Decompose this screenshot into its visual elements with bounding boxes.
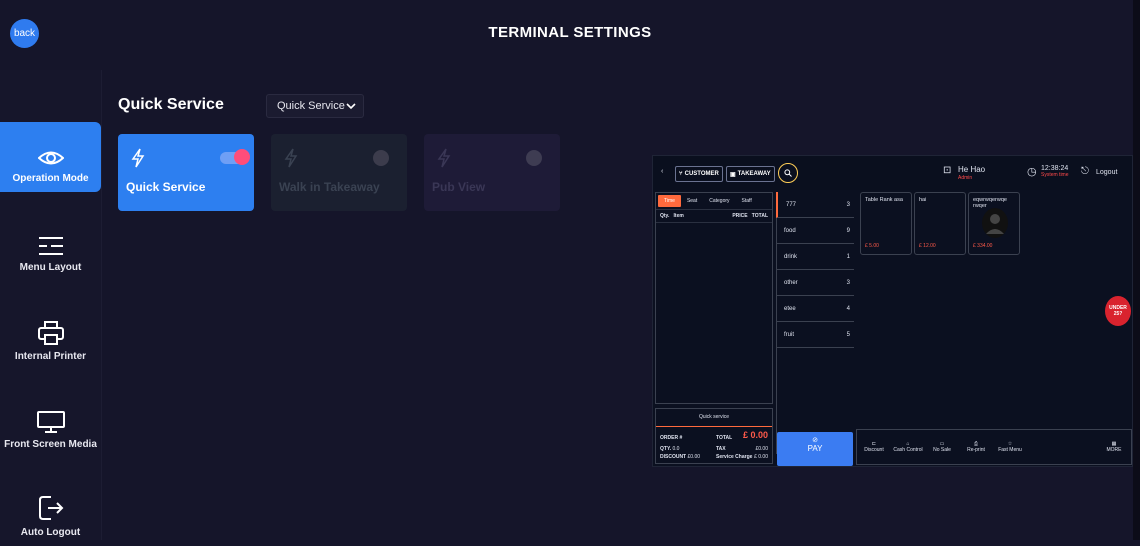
action-cash-control: ⌂ Cash Control: [891, 441, 925, 453]
sidebar-item-label: Menu Layout: [19, 262, 82, 273]
category-item: drink 1: [776, 244, 854, 270]
toggle-switch[interactable]: [526, 150, 542, 166]
action-no-sale: ▭ No Sale: [925, 441, 959, 453]
mode-preview: ‹ ⑂ CUSTOMER ▣ TAKEAWAY ⊡ He Hao Admin ◷…: [652, 155, 1133, 467]
bolt-icon: [131, 148, 145, 168]
sidebar-item-label: Front Screen Media: [4, 439, 97, 450]
mode-card-pub-view[interactable]: Pub View: [424, 134, 560, 211]
bolt-icon: [437, 148, 451, 168]
sidebar-item-internal-printer[interactable]: Internal Printer: [0, 300, 101, 370]
sidebar-item-front-screen-media[interactable]: Front Screen Media: [0, 388, 101, 458]
sidebar-item-menu-layout[interactable]: Menu Layout: [0, 211, 101, 281]
category-item: food 9: [776, 218, 854, 244]
product-tile: hai £ 12.00: [914, 192, 966, 255]
category-item: other 3: [776, 270, 854, 296]
mode-card-label: Walk in Takeaway: [279, 180, 380, 194]
menu-layout-icon: [38, 237, 63, 255]
sidebar-item-label: Auto Logout: [20, 527, 81, 538]
product-image-icon: [982, 208, 1008, 238]
sidebar: Operation Mode Menu Layout Internal Prin…: [0, 70, 102, 540]
preview-chip-takeaway: ▣ TAKEAWAY: [726, 166, 775, 182]
preview-action-bar: ⊏ Discount ⌂ Cash Control ▭ No Sale ⎙ Re-pri…: [856, 429, 1132, 465]
preview-order-columns: Qty. Item PRICE TOTAL: [656, 209, 772, 223]
toggle-switch[interactable]: [234, 149, 250, 165]
section-title: Quick Service: [118, 96, 224, 113]
bag-icon: ▣: [730, 171, 736, 178]
preview-pay-button: ⊘ PAY: [777, 432, 853, 466]
product-tile: Table Rank asa £ 5.00: [860, 192, 912, 255]
preview-user: He Hao Admin: [958, 165, 986, 181]
mode-card-label: Pub View: [432, 180, 486, 194]
preview-header: ‹ ⑂ CUSTOMER ▣ TAKEAWAY ⊡ He Hao Admin ◷…: [653, 156, 1132, 190]
page-title: TERMINAL SETTINGS: [488, 24, 652, 41]
preview-order-tabs: Time Seat Category Staff: [656, 193, 772, 209]
preview-order-panel: Time Seat Category Staff Qty. Item PRICE…: [655, 192, 773, 404]
action-fast-menu: ☆ Fast Menu: [993, 441, 1027, 453]
age-check-badge: UNDER 25?: [1105, 296, 1131, 326]
sidebar-item-label: Operation Mode: [12, 173, 89, 184]
category-item: fruit 5: [776, 322, 854, 348]
search-icon: [778, 163, 798, 183]
user-card-icon: ⊡: [943, 165, 952, 176]
eye-icon: [37, 151, 64, 165]
monitor-icon: [36, 411, 65, 433]
scrollbar[interactable]: [1133, 0, 1140, 540]
mode-card-walk-in-takeaway[interactable]: Walk in Takeaway: [271, 134, 407, 211]
category-item: 777 3: [776, 192, 854, 218]
action-more: ▦ MORE: [1097, 441, 1131, 453]
mode-card-quick-service[interactable]: Quick Service: [118, 134, 254, 211]
logout-icon: ⎋: [1081, 166, 1089, 177]
preview-clock: 12:38:24 System time: [1041, 165, 1069, 178]
category-item: etee 4: [776, 296, 854, 322]
action-reprint: ⎙ Re-print: [959, 441, 993, 453]
sidebar-item-label: Internal Printer: [14, 351, 87, 362]
preview-order-summary: Quick service ORDER # TOTAL £ 0.00 QTY. …: [655, 408, 773, 464]
mode-select-value: Quick Service: [277, 100, 345, 112]
logout-icon: [38, 496, 63, 520]
cutlery-icon: ⑂: [679, 171, 683, 177]
sidebar-item-operation-mode[interactable]: Operation Mode: [0, 122, 101, 192]
toggle-switch[interactable]: [373, 150, 389, 166]
mode-select[interactable]: Quick Service: [266, 94, 364, 118]
chevron-left-icon: ‹: [661, 168, 664, 175]
mode-card-label: Quick Service: [126, 180, 206, 194]
printer-icon: [37, 321, 64, 345]
sidebar-item-auto-logout[interactable]: Auto Logout: [0, 476, 101, 546]
clock-icon: ◷: [1027, 166, 1037, 178]
preview-category-list: 777 3 food 9 drink 1 other 3 etee 4 fruit 5: [776, 192, 854, 348]
chevron-down-icon: [346, 103, 356, 110]
preview-chip-customer: ⑂ CUSTOMER: [675, 166, 723, 182]
preview-logout: Logout: [1096, 169, 1118, 176]
action-discount: ⊏ Discount: [857, 441, 891, 453]
product-tile: eqwrwqerwqe rwqer £ 334.00: [968, 192, 1020, 255]
bolt-icon: [284, 148, 298, 168]
pay-icon: ⊘: [812, 437, 818, 444]
